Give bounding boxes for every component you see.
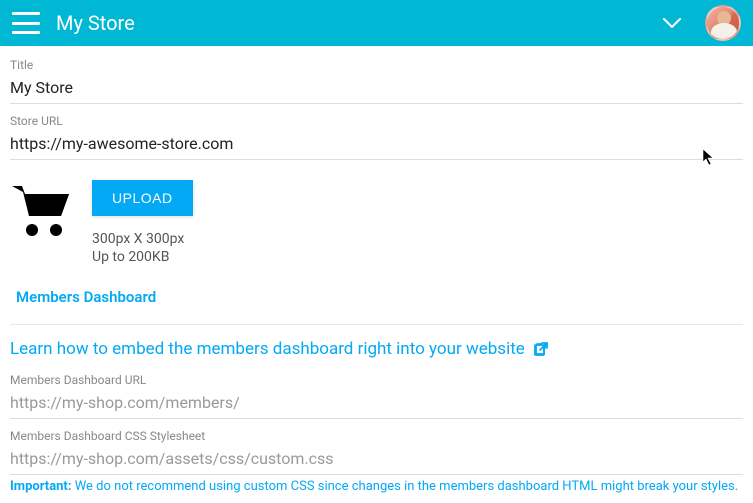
external-link-icon	[533, 341, 549, 357]
title-input[interactable]	[10, 74, 743, 104]
menu-icon[interactable]	[12, 12, 40, 34]
upload-button[interactable]: UPLOAD	[92, 180, 193, 216]
members-url-input[interactable]	[10, 389, 743, 419]
logo-limit-hint: Up to 200KB	[92, 248, 193, 266]
members-dashboard-heading: Members Dashboard	[16, 288, 743, 306]
chevron-down-icon[interactable]	[663, 17, 681, 29]
logo-size-hint: 300px X 300px	[92, 230, 193, 248]
members-css-field-group: Members Dashboard CSS Stylesheet	[10, 429, 743, 475]
members-url-label: Members Dashboard URL	[10, 373, 743, 387]
store-url-input[interactable]	[10, 130, 743, 160]
main-content: Title Store URL UPLOAD 300px X 300px Up …	[0, 46, 753, 494]
members-css-input[interactable]	[10, 445, 743, 475]
cart-icon	[10, 182, 74, 238]
store-url-field-group: Store URL	[10, 114, 743, 160]
page-title: My Store	[56, 11, 663, 35]
css-warning-strong: Important:	[10, 479, 72, 494]
css-warning-text: We do not recommend using custom CSS sin…	[72, 479, 739, 494]
avatar[interactable]	[705, 5, 741, 41]
embed-help-link-text: Learn how to embed the members dashboard…	[10, 339, 525, 359]
members-url-field-group: Members Dashboard URL	[10, 373, 743, 419]
upload-column: UPLOAD 300px X 300px Up to 200KB	[92, 180, 193, 266]
app-header: My Store	[0, 0, 753, 46]
title-label: Title	[10, 58, 743, 72]
store-url-label: Store URL	[10, 114, 743, 128]
logo-row: UPLOAD 300px X 300px Up to 200KB	[10, 180, 743, 266]
embed-help-link[interactable]: Learn how to embed the members dashboard…	[10, 339, 549, 359]
title-field-group: Title	[10, 58, 743, 104]
members-css-label: Members Dashboard CSS Stylesheet	[10, 429, 743, 443]
css-warning-note: Important: We do not recommend using cus…	[10, 479, 743, 494]
